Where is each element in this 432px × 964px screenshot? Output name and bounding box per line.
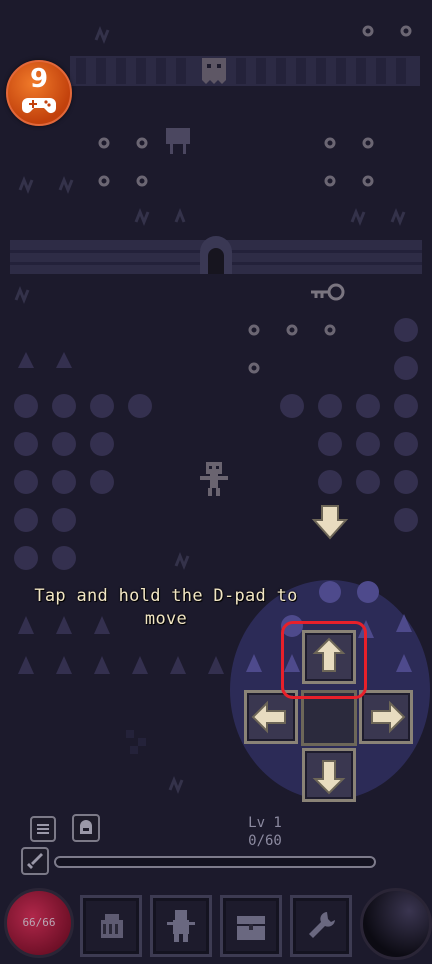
chest-icon xyxy=(237,916,265,940)
rubble xyxy=(126,730,146,754)
attack-button[interactable] xyxy=(21,847,49,875)
app-badge-number: 9 xyxy=(29,64,49,94)
xp-text: 0/60 xyxy=(248,833,282,849)
dpad-down-button[interactable] xyxy=(302,748,356,802)
app-badge[interactable]: 9 xyxy=(6,60,72,126)
game-map xyxy=(10,25,430,800)
bag-slot-button[interactable] xyxy=(80,895,142,957)
sword-icon xyxy=(27,853,43,869)
signpost xyxy=(166,128,190,154)
key-item xyxy=(311,283,345,301)
wrench-icon xyxy=(309,912,335,938)
level-display: Lv 1 0/60 xyxy=(232,814,298,850)
arrow-left-icon xyxy=(251,700,286,734)
skeleton-enemy xyxy=(200,462,228,496)
tutorial-hint: Tap and hold the D-pad to move xyxy=(34,586,298,629)
menu-button[interactable] xyxy=(30,816,56,842)
arrow-down-icon xyxy=(312,760,346,795)
arrow-right-icon xyxy=(371,700,406,734)
pointer-arrow xyxy=(311,505,349,540)
chest-slot-button[interactable] xyxy=(220,895,282,957)
character-icon xyxy=(167,910,195,942)
dpad-up-highlight xyxy=(281,621,367,699)
character-portrait-button[interactable] xyxy=(72,814,100,842)
level-label: Lv 1 xyxy=(248,815,282,831)
gamepad-icon xyxy=(22,98,56,113)
character-slot-button[interactable] xyxy=(150,895,212,957)
xp-bar xyxy=(54,856,376,868)
wall-gate xyxy=(200,236,232,274)
helmet-icon xyxy=(80,820,92,834)
mana-orb xyxy=(360,888,432,960)
bag-icon xyxy=(101,914,123,938)
menu-icon xyxy=(37,824,49,834)
ghost-enemy xyxy=(202,58,226,84)
tools-slot-button[interactable] xyxy=(290,895,352,957)
hp-text: 66/66 xyxy=(22,916,56,929)
dpad-right-button[interactable] xyxy=(359,690,413,744)
hp-orb: 66/66 xyxy=(4,888,74,958)
